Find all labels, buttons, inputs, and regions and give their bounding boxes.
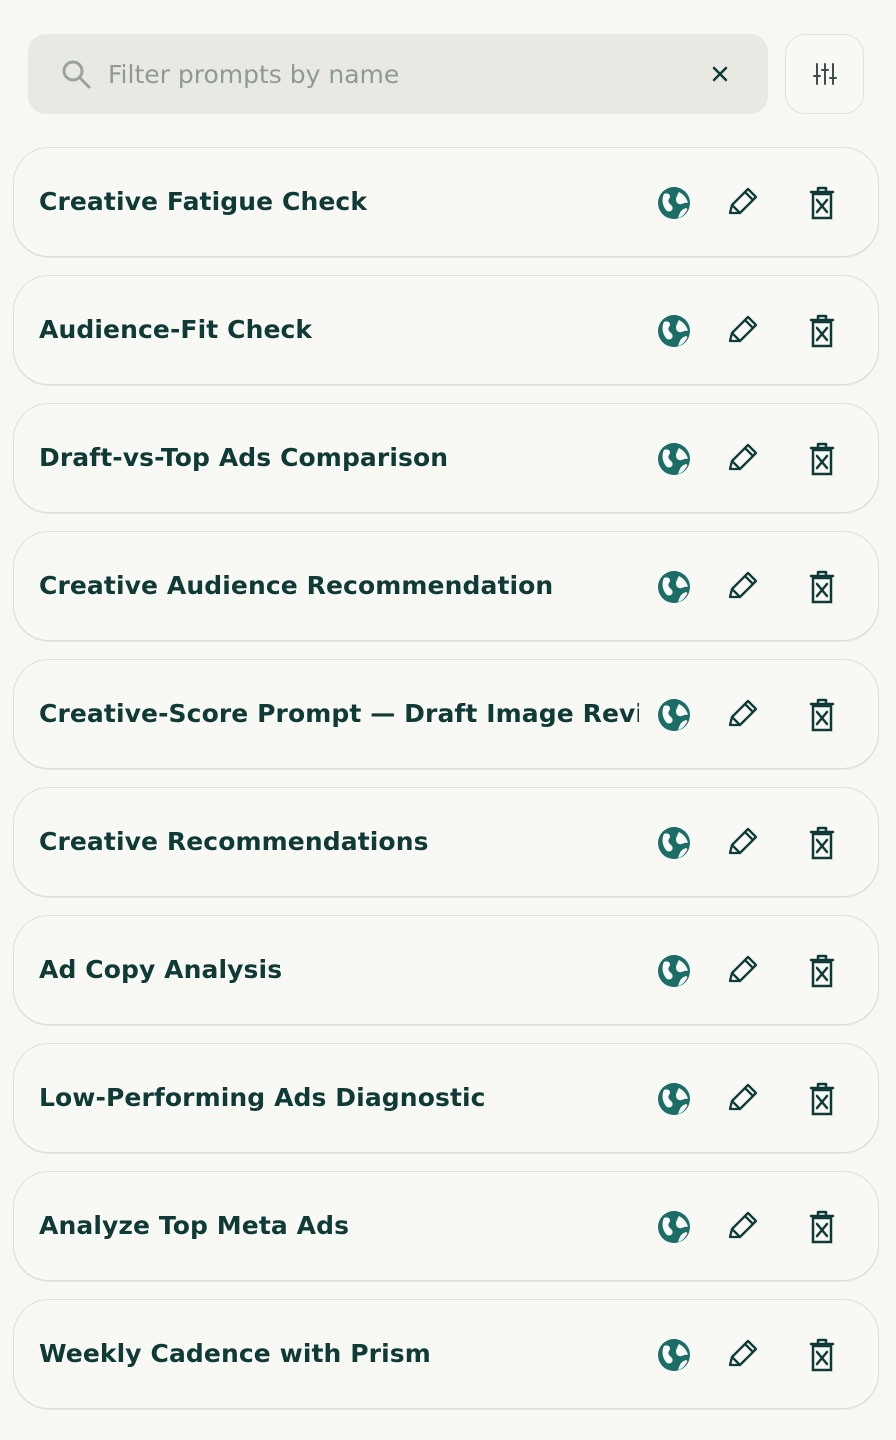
- edit-button[interactable]: [722, 695, 762, 735]
- search-icon: [60, 58, 92, 90]
- visibility-button[interactable]: [654, 567, 694, 607]
- close-icon: [711, 65, 729, 83]
- prompt-title: Creative Fatigue Check: [39, 187, 368, 216]
- trash-x-icon: [806, 441, 838, 477]
- edit-button[interactable]: [722, 567, 762, 607]
- filter-settings-button[interactable]: [785, 34, 864, 114]
- pencil-icon: [723, 824, 761, 862]
- prompt-list-item[interactable]: Creative-Score Prompt — Draft Image Revi…: [13, 659, 879, 769]
- visibility-button[interactable]: [654, 1335, 694, 1375]
- pencil-icon: [723, 1080, 761, 1118]
- globe-icon: [657, 442, 691, 476]
- globe-icon: [657, 186, 691, 220]
- globe-icon: [657, 954, 691, 988]
- edit-button[interactable]: [722, 823, 762, 863]
- edit-button[interactable]: [722, 1335, 762, 1375]
- prompt-title: Low-Performing Ads Diagnostic: [39, 1083, 486, 1112]
- edit-button[interactable]: [722, 183, 762, 223]
- edit-button[interactable]: [722, 1207, 762, 1247]
- prompt-title: Creative Recommendations: [39, 827, 429, 856]
- edit-button[interactable]: [722, 439, 762, 479]
- prompt-title: Weekly Cadence with Prism: [39, 1339, 431, 1368]
- globe-icon: [657, 1338, 691, 1372]
- trash-x-icon: [806, 313, 838, 349]
- delete-button[interactable]: [802, 951, 842, 991]
- delete-button[interactable]: [802, 183, 842, 223]
- sliders-icon: [812, 61, 838, 87]
- prompt-list-item[interactable]: Ad Copy Analysis: [13, 915, 879, 1025]
- trash-x-icon: [806, 185, 838, 221]
- delete-button[interactable]: [802, 695, 842, 735]
- edit-button[interactable]: [722, 951, 762, 991]
- search-toolbar: [28, 34, 864, 114]
- edit-button[interactable]: [722, 311, 762, 351]
- pencil-icon: [723, 568, 761, 606]
- trash-x-icon: [806, 1337, 838, 1373]
- prompt-list-item[interactable]: Weekly Cadence with Prism: [13, 1299, 879, 1409]
- globe-icon: [657, 826, 691, 860]
- visibility-button[interactable]: [654, 1079, 694, 1119]
- visibility-button[interactable]: [654, 183, 694, 223]
- pencil-icon: [723, 1208, 761, 1246]
- pencil-icon: [723, 952, 761, 990]
- clear-search-button[interactable]: [706, 60, 734, 88]
- visibility-button[interactable]: [654, 823, 694, 863]
- delete-button[interactable]: [802, 567, 842, 607]
- globe-icon: [657, 314, 691, 348]
- visibility-button[interactable]: [654, 951, 694, 991]
- pencil-icon: [723, 312, 761, 350]
- globe-icon: [657, 1210, 691, 1244]
- search-input[interactable]: [108, 52, 688, 96]
- globe-icon: [657, 1082, 691, 1116]
- prompt-library-panel: Creative Fatigue Check: [0, 0, 896, 1440]
- delete-button[interactable]: [802, 1079, 842, 1119]
- prompt-title: Ad Copy Analysis: [39, 955, 283, 984]
- globe-icon: [657, 698, 691, 732]
- delete-button[interactable]: [802, 1207, 842, 1247]
- delete-button[interactable]: [802, 823, 842, 863]
- search-box[interactable]: [28, 34, 768, 114]
- prompt-list-item[interactable]: Analyze Top Meta Ads: [13, 1171, 879, 1281]
- trash-x-icon: [806, 697, 838, 733]
- prompt-list-item[interactable]: Creative Fatigue Check: [13, 147, 879, 257]
- prompt-title: Draft-vs-Top Ads Comparison: [39, 443, 449, 472]
- prompt-list-item[interactable]: Creative Recommendations: [13, 787, 879, 897]
- trash-x-icon: [806, 1209, 838, 1245]
- visibility-button[interactable]: [654, 695, 694, 735]
- pencil-icon: [723, 1336, 761, 1374]
- delete-button[interactable]: [802, 1335, 842, 1375]
- prompt-title: Creative Audience Recommendation: [39, 571, 554, 600]
- prompt-list: Creative Fatigue Check Audience-Fit Chec…: [13, 147, 879, 1427]
- pencil-icon: [723, 184, 761, 222]
- trash-x-icon: [806, 953, 838, 989]
- visibility-button[interactable]: [654, 311, 694, 351]
- delete-button[interactable]: [802, 439, 842, 479]
- prompt-title: Analyze Top Meta Ads: [39, 1211, 350, 1240]
- prompt-title: Audience-Fit Check: [39, 315, 313, 344]
- pencil-icon: [723, 440, 761, 478]
- edit-button[interactable]: [722, 1079, 762, 1119]
- prompt-list-item[interactable]: Low-Performing Ads Diagnostic: [13, 1043, 879, 1153]
- pencil-icon: [723, 696, 761, 734]
- visibility-button[interactable]: [654, 1207, 694, 1247]
- delete-button[interactable]: [802, 311, 842, 351]
- trash-x-icon: [806, 1081, 838, 1117]
- prompt-title: Creative-Score Prompt — Draft Image Revi…: [39, 699, 639, 728]
- visibility-button[interactable]: [654, 439, 694, 479]
- globe-icon: [657, 570, 691, 604]
- trash-x-icon: [806, 825, 838, 861]
- trash-x-icon: [806, 569, 838, 605]
- prompt-list-item[interactable]: Audience-Fit Check: [13, 275, 879, 385]
- prompt-list-item[interactable]: Creative Audience Recommendation: [13, 531, 879, 641]
- prompt-list-item[interactable]: Draft-vs-Top Ads Comparison: [13, 403, 879, 513]
